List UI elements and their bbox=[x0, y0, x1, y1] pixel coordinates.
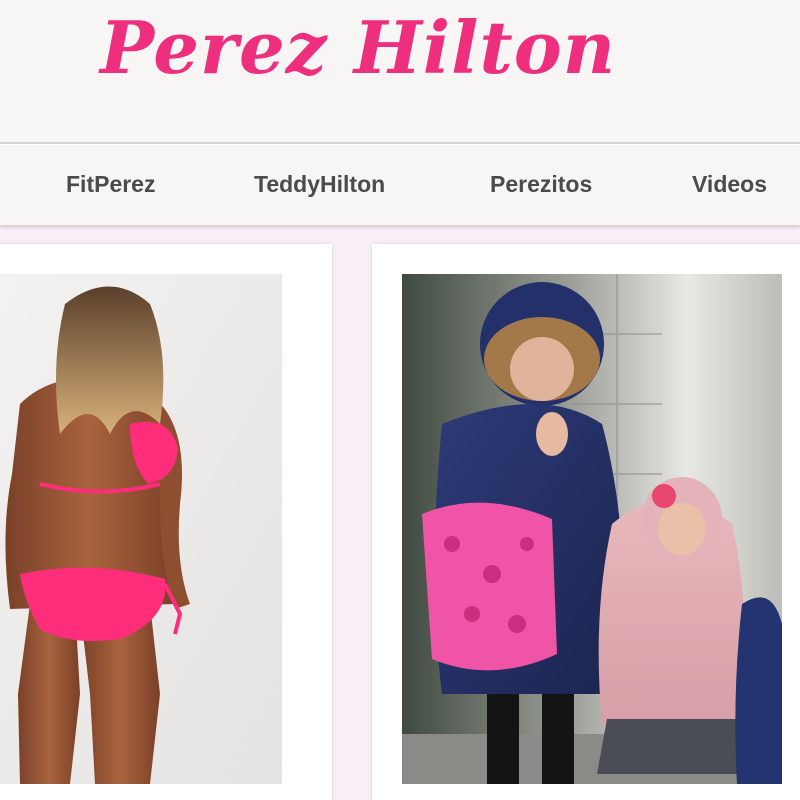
woman-in-pink-bikini-photo bbox=[0, 274, 282, 784]
page: Perez Hilton FitPerez TeddyHilton Perezi… bbox=[0, 0, 800, 800]
post-image[interactable] bbox=[0, 274, 282, 784]
nav-item-perezitos[interactable]: Perezitos bbox=[490, 171, 592, 198]
mother-and-daughter-in-winter-coats-photo bbox=[402, 274, 782, 784]
post-card bbox=[372, 244, 800, 800]
site-logo[interactable]: Perez Hilton bbox=[100, 2, 616, 94]
main-nav: FitPerez TeddyHilton Perezitos Videos bbox=[0, 144, 800, 226]
post-card bbox=[0, 244, 332, 800]
nav-item-teddyhilton[interactable]: TeddyHilton bbox=[254, 171, 385, 198]
post-image[interactable] bbox=[402, 274, 782, 784]
nav-item-fitperez[interactable]: FitPerez bbox=[66, 171, 155, 198]
nav-item-videos[interactable]: Videos bbox=[692, 171, 767, 198]
site-header: Perez Hilton bbox=[0, 0, 800, 144]
